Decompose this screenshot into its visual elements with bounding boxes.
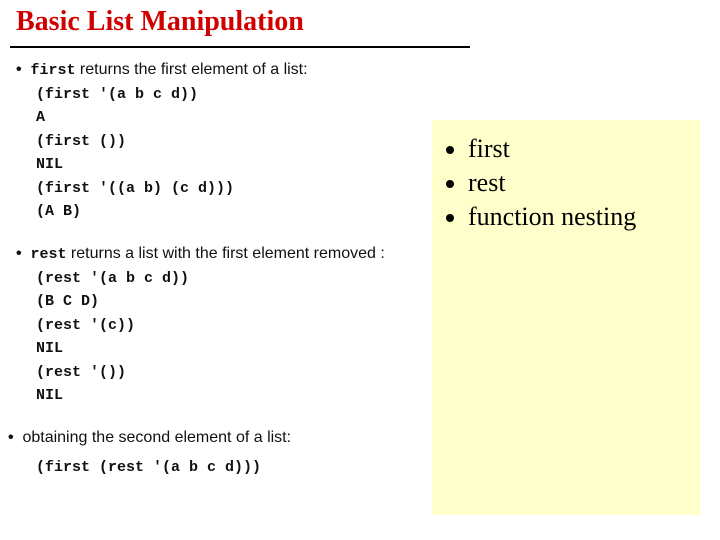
code-line: NIL bbox=[36, 339, 476, 359]
bullet-icon: • bbox=[16, 244, 26, 265]
code-token: first bbox=[30, 62, 75, 79]
code-line: (B C D) bbox=[36, 292, 476, 312]
code-line: (first '((a b) (c d))) bbox=[36, 179, 476, 199]
spacer bbox=[16, 410, 476, 420]
bullet-line: • first returns the first element of a l… bbox=[16, 60, 476, 81]
list-item: function nesting bbox=[468, 200, 684, 234]
spacer bbox=[16, 226, 476, 236]
list-item: first bbox=[468, 132, 684, 166]
page-title: Basic List Manipulation bbox=[16, 6, 304, 38]
text-token: obtaining the second element of a list: bbox=[22, 429, 291, 446]
code-line: A bbox=[36, 108, 476, 128]
code-line: NIL bbox=[36, 155, 476, 175]
code-token: rest bbox=[30, 246, 66, 263]
slide: Basic List Manipulation • first returns … bbox=[0, 0, 720, 540]
text-token: returns the first element of a list: bbox=[75, 61, 307, 78]
overlay-panel: first rest function nesting bbox=[432, 120, 700, 515]
code-line: (rest '(c)) bbox=[36, 316, 476, 336]
code-line: (A B) bbox=[36, 202, 476, 222]
title-rule bbox=[10, 46, 470, 48]
code-line: (first '(a b c d)) bbox=[36, 85, 476, 105]
code-line: (rest '(a b c d)) bbox=[36, 269, 476, 289]
background-content: • first returns the first element of a l… bbox=[16, 60, 476, 482]
bullet-icon: • bbox=[16, 60, 26, 81]
bullet-line: • rest returns a list with the first ele… bbox=[16, 244, 476, 265]
code-line: (rest '()) bbox=[36, 363, 476, 383]
code-line: (first (rest '(a b c d))) bbox=[36, 458, 476, 478]
bullet-line: • obtaining the second element of a list… bbox=[8, 428, 476, 449]
code-line: (first ()) bbox=[36, 132, 476, 152]
text-token: returns a list with the first element re… bbox=[66, 245, 384, 262]
code-line: NIL bbox=[36, 386, 476, 406]
list-item: rest bbox=[468, 166, 684, 200]
overlay-list: first rest function nesting bbox=[448, 132, 684, 233]
bullet-icon: • bbox=[8, 428, 18, 449]
